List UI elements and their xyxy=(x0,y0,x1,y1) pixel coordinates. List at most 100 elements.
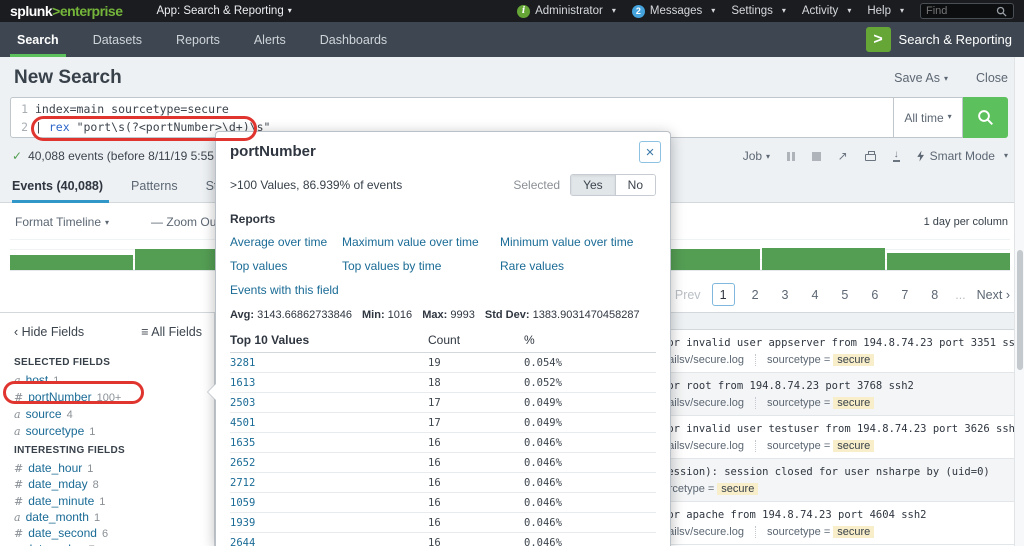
page-3[interactable]: 3 xyxy=(776,288,795,302)
prev-page-button[interactable]: ‹ Prev xyxy=(667,288,700,302)
scrollbar-track[interactable] xyxy=(1014,57,1024,546)
job-menu[interactable]: Job ▾ xyxy=(743,149,770,163)
field-item-date-minute[interactable]: # date_minute 1 xyxy=(14,494,214,510)
event-source[interactable]: mailsv/secure.log xyxy=(659,526,744,538)
field-name-link[interactable]: date_second xyxy=(28,526,97,540)
timeline-bar[interactable] xyxy=(10,255,134,270)
tab-patterns[interactable]: Patterns xyxy=(117,168,192,203)
report-link-top-values[interactable]: Top values xyxy=(230,259,342,273)
all-fields-button[interactable]: ≡ All Fields xyxy=(141,325,202,339)
selected-label: Selected xyxy=(513,178,561,192)
current-app[interactable]: > Search & Reporting xyxy=(865,22,1012,57)
stop-icon[interactable] xyxy=(811,151,821,161)
page-7[interactable]: 7 xyxy=(895,288,914,302)
nav-tab-search[interactable]: Search xyxy=(0,22,76,57)
share-icon[interactable]: ↗ xyxy=(838,149,848,163)
report-link-min[interactable]: Minimum value over time xyxy=(500,235,656,249)
field-name-link[interactable]: date_wday xyxy=(26,542,84,546)
zoom-out-button[interactable]: — Zoom Out xyxy=(151,215,220,229)
save-as-button[interactable]: Save As ▾ xyxy=(894,71,948,85)
next-page-button[interactable]: Next › xyxy=(977,288,1010,302)
nav-tab-datasets[interactable]: Datasets xyxy=(76,22,159,57)
timeline-bar[interactable] xyxy=(886,253,1010,270)
pause-icon[interactable] xyxy=(787,151,795,161)
splunk-logo[interactable]: splunk>enterprise xyxy=(10,3,123,19)
count-cell: 16 xyxy=(428,472,524,493)
settings-menu[interactable]: Settings ▾ xyxy=(731,5,786,17)
sourcetype-value[interactable]: secure xyxy=(833,440,875,452)
search-button[interactable] xyxy=(963,97,1008,138)
sourcetype-value[interactable]: secure xyxy=(833,397,875,409)
find-input[interactable] xyxy=(926,5,996,17)
close-button[interactable]: Close xyxy=(976,71,1008,85)
sourcetype-value[interactable]: secure xyxy=(833,526,875,538)
page-2[interactable]: 2 xyxy=(746,288,765,302)
nav-tab-alerts[interactable]: Alerts xyxy=(237,22,303,57)
value-link[interactable]: 2712 xyxy=(230,477,255,489)
user-menu[interactable]: i Administrator ▾ xyxy=(517,4,616,18)
caret-down-icon: ▾ xyxy=(899,5,904,15)
page-1-active[interactable]: 1 xyxy=(711,283,735,306)
page-4[interactable]: 4 xyxy=(805,288,824,302)
format-timeline-label: Format Timeline xyxy=(15,215,102,229)
scrollbar-thumb[interactable] xyxy=(1016,250,1023,370)
report-link-events-field[interactable]: Events with this field xyxy=(230,283,342,297)
page-5[interactable]: 5 xyxy=(835,288,854,302)
field-item-date-wday[interactable]: adate_wday7 xyxy=(14,542,214,546)
value-link[interactable]: 2503 xyxy=(230,397,255,409)
value-link[interactable]: 1635 xyxy=(230,437,255,449)
activity-menu[interactable]: Activity ▾ xyxy=(802,5,851,17)
find-search-box[interactable] xyxy=(920,3,1014,19)
event-source[interactable]: mailsv/secure.log xyxy=(659,397,744,409)
page-8[interactable]: 8 xyxy=(925,288,944,302)
nav-tab-label: Reports xyxy=(176,32,220,47)
nav-tab-reports[interactable]: Reports xyxy=(159,22,237,57)
field-name-link[interactable]: date_minute xyxy=(28,494,94,508)
current-app-name: Search & Reporting xyxy=(898,32,1012,47)
field-item-date-second[interactable]: # date_second 6 xyxy=(14,526,214,542)
field-item-date-hour[interactable]: # date_hour 1 xyxy=(14,461,214,477)
field-item-source[interactable]: a source 4 xyxy=(14,406,214,423)
report-link-top-values-time[interactable]: Top values by time xyxy=(342,259,500,273)
close-icon[interactable]: × xyxy=(639,141,661,163)
value-link[interactable]: 1939 xyxy=(230,517,255,529)
hide-fields-button[interactable]: ‹ Hide Fields xyxy=(14,325,84,339)
value-link[interactable]: 2644 xyxy=(230,537,255,546)
event-source[interactable]: mailsv/secure.log xyxy=(659,440,744,452)
search-mode-selector[interactable]: Smart Mode ▾ xyxy=(917,149,1008,163)
field-name-link[interactable]: date_month xyxy=(26,510,89,524)
field-name-link[interactable]: date_mday xyxy=(28,477,87,491)
field-item-date-month[interactable]: a date_month 1 xyxy=(14,510,214,526)
sourcetype-value[interactable]: secure xyxy=(833,354,875,366)
value-link[interactable]: 2652 xyxy=(230,457,255,469)
value-link[interactable]: 3281 xyxy=(230,357,255,369)
report-link-average[interactable]: Average over time xyxy=(230,235,342,249)
field-item-sourcetype[interactable]: a sourcetype 1 xyxy=(14,423,214,440)
help-menu[interactable]: Help ▾ xyxy=(867,5,904,17)
timeline-controls: Format Timeline ▾ — Zoom Out xyxy=(15,215,220,229)
nav-tab-dashboards[interactable]: Dashboards xyxy=(303,22,404,57)
page-6[interactable]: 6 xyxy=(865,288,884,302)
tab-events[interactable]: Events (40,088) xyxy=(12,168,117,203)
format-timeline-menu[interactable]: Format Timeline ▾ xyxy=(15,215,109,229)
print-icon[interactable] xyxy=(864,151,876,161)
timeline-bar[interactable] xyxy=(761,248,885,270)
app-menu-dropdown[interactable]: App: Search & Reporting ▾ xyxy=(157,5,292,17)
value-link[interactable]: 1613 xyxy=(230,377,255,389)
selected-no-button[interactable]: No xyxy=(615,175,655,195)
value-link[interactable]: 4501 xyxy=(230,417,255,429)
field-item-date-mday[interactable]: # date_mday 8 xyxy=(14,477,214,493)
value-link[interactable]: 1059 xyxy=(230,497,255,509)
sourcetype-value[interactable]: secure xyxy=(717,483,759,495)
selected-yes-button[interactable]: Yes xyxy=(571,175,616,195)
report-link-max[interactable]: Maximum value over time xyxy=(342,235,500,249)
messages-menu[interactable]: 2 Messages ▾ xyxy=(631,4,715,18)
field-statistics: Avg: 3143.66862733846 Min: 1016 Max: 999… xyxy=(230,309,656,321)
time-range-picker[interactable]: All time ▾ xyxy=(894,97,963,138)
event-source[interactable]: mailsv/secure.log xyxy=(659,354,744,366)
field-name-link[interactable]: source xyxy=(26,407,62,421)
field-name-link[interactable]: date_hour xyxy=(28,461,82,475)
field-name-link[interactable]: sourcetype xyxy=(26,424,85,438)
report-link-rare-values[interactable]: Rare values xyxy=(500,259,656,273)
export-icon[interactable]: ↓ xyxy=(892,150,900,162)
